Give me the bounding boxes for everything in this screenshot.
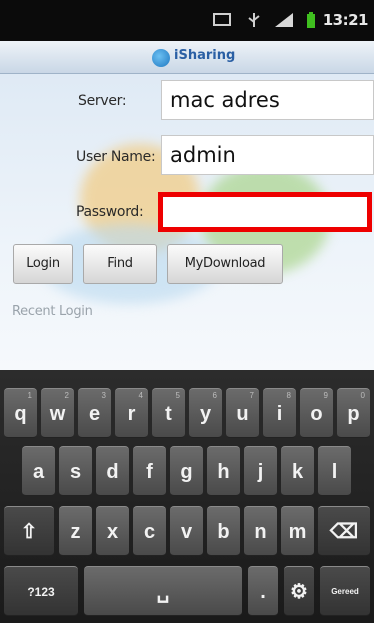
key-j[interactable]: j (244, 446, 277, 496)
key-t[interactable]: t5 (152, 388, 185, 438)
key-label: y (199, 403, 212, 425)
done-key[interactable]: Gereed (320, 566, 370, 616)
key-label: ?123 (27, 585, 55, 599)
server-label: Server: (78, 93, 127, 109)
soft-keyboard: q 1 w 2 e 3 r 4 t 5 y 6 u 7 i 8 o 9 p 0 a s d f g h j k l ⇧ z x c v b n m ⌫ ?1… (0, 370, 374, 623)
settings-key[interactable]: ⚙ (284, 566, 314, 616)
key-label: . (260, 581, 266, 603)
password-field[interactable] (158, 192, 372, 232)
server-field[interactable]: mac adres (161, 80, 374, 120)
key-label: e (88, 403, 101, 425)
recent-login-label: Recent Login (12, 304, 93, 319)
username-field[interactable]: admin (161, 135, 374, 175)
key-hint: 0 (360, 391, 365, 400)
key-label: j (257, 461, 264, 483)
key-label: v (180, 521, 193, 543)
key-i[interactable]: i8 (263, 388, 296, 438)
key-p[interactable]: p0 (337, 388, 370, 438)
key-hint: 6 (212, 391, 217, 400)
mydownload-button[interactable]: MyDownload (167, 244, 283, 284)
key-e[interactable]: e3 (78, 388, 111, 438)
key-s[interactable]: s (59, 446, 92, 496)
key-q[interactable]: q1 (4, 388, 37, 438)
key-z[interactable]: z (59, 506, 92, 556)
find-button[interactable]: Find (83, 244, 157, 284)
key-hint: 4 (138, 391, 143, 400)
key-o[interactable]: o9 (300, 388, 333, 438)
key-hint: 1 (27, 391, 32, 400)
key-d[interactable]: d (96, 446, 129, 496)
shift-icon: ⇧ (20, 521, 38, 543)
key-label: n (254, 521, 267, 543)
key-hint: 5 (175, 391, 180, 400)
key-label: b (217, 521, 230, 543)
backspace-icon: ⌫ (329, 521, 359, 543)
space-icon: ␣ (156, 581, 170, 603)
key-b[interactable]: b (207, 506, 240, 556)
key-label: g (180, 461, 193, 483)
usb-icon (248, 13, 260, 27)
key-label: k (291, 461, 304, 483)
login-button[interactable]: Login (13, 244, 73, 284)
password-label: Password: (76, 204, 144, 220)
key-hint: 2 (64, 391, 69, 400)
status-bar: 13:21 (0, 0, 374, 41)
title-bar: iSharing (0, 41, 374, 74)
login-form: Server: mac adres User Name: admin Passw… (0, 74, 374, 370)
key-y[interactable]: y6 (189, 388, 222, 438)
backspace-key[interactable]: ⌫ (318, 506, 370, 556)
key-label: x (106, 521, 119, 543)
key-u[interactable]: u7 (226, 388, 259, 438)
key-label: m (288, 521, 307, 543)
key-label: c (143, 521, 156, 543)
gear-icon: ⚙ (290, 581, 308, 603)
key-hint: 3 (101, 391, 106, 400)
key-r[interactable]: r4 (115, 388, 148, 438)
key-label: s (69, 461, 82, 483)
key-label: a (32, 461, 45, 483)
key-label: l (331, 461, 338, 483)
key-g[interactable]: g (170, 446, 203, 496)
shift-key[interactable]: ⇧ (4, 506, 54, 556)
key-v[interactable]: v (170, 506, 203, 556)
key-label: t (165, 403, 172, 425)
key-h[interactable]: h (207, 446, 240, 496)
key-m[interactable]: m (281, 506, 314, 556)
key-label: q (14, 403, 27, 425)
app-logo-icon (152, 49, 170, 67)
period-key[interactable]: . (248, 566, 278, 616)
battery-icon (307, 12, 315, 28)
key-a[interactable]: a (22, 446, 55, 496)
key-label: p (347, 403, 360, 425)
key-f[interactable]: f (133, 446, 166, 496)
key-label: d (106, 461, 119, 483)
key-hint: 8 (286, 391, 291, 400)
key-label: f (146, 461, 153, 483)
key-w[interactable]: w2 (41, 388, 74, 438)
key-label: o (310, 403, 323, 425)
screen-mirror-icon (213, 13, 231, 26)
space-key[interactable]: ␣ (84, 566, 242, 616)
screen: 13:21 iSharing Server: mac adres User Na… (0, 0, 374, 623)
key-label: Gereed (331, 587, 359, 596)
key-n[interactable]: n (244, 506, 277, 556)
key-label: u (236, 403, 249, 425)
status-time: 13:21 (322, 11, 369, 29)
key-l[interactable]: l (318, 446, 351, 496)
key-hint: 7 (249, 391, 254, 400)
key-label: h (217, 461, 230, 483)
key-c[interactable]: c (133, 506, 166, 556)
symbols-key[interactable]: ?123 (4, 566, 78, 616)
key-k[interactable]: k (281, 446, 314, 496)
key-label: r (127, 403, 136, 425)
signal-icon (275, 13, 293, 27)
key-label: i (276, 403, 283, 425)
key-hint: 9 (323, 391, 328, 400)
key-label: w (49, 403, 66, 425)
app-title: iSharing (174, 48, 236, 63)
key-label: z (70, 521, 81, 543)
key-x[interactable]: x (96, 506, 129, 556)
username-label: User Name: (76, 149, 156, 165)
